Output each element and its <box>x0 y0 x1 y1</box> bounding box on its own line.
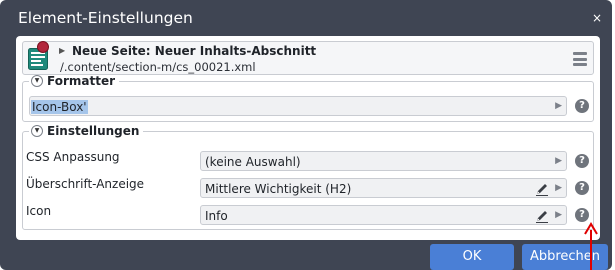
dialog-titlebar[interactable]: Element-Einstellungen <box>0 0 612 36</box>
settings-legend[interactable]: ▼ Einstellungen <box>29 124 143 138</box>
dialog-title: Element-Einstellungen <box>18 9 193 27</box>
chevron-right-icon: ▶ <box>555 156 562 166</box>
help-icon[interactable]: ? <box>575 99 589 113</box>
help-icon[interactable]: ? <box>575 208 589 222</box>
resource-info-box: ▶ Neue Seite: Neuer Inhalts-Abschnitt /.… <box>22 41 594 75</box>
expand-arrow-icon[interactable]: ▶ <box>59 46 65 55</box>
settings-legend-label: Einstellungen <box>47 124 140 138</box>
dialog-content: ▶ Neue Seite: Neuer Inhalts-Abschnitt /.… <box>16 36 600 240</box>
settings-fieldset: ▼ Einstellungen CSS Anpassung (keine Aus… <box>22 124 594 230</box>
help-icon[interactable]: ? <box>575 154 589 168</box>
row-label-css-anpassung: CSS Anpassung <box>26 150 120 164</box>
ueberschrift-anzeige-value: Mittlere Wichtigkeit (H2) <box>205 182 352 196</box>
ok-button[interactable]: OK <box>430 244 514 270</box>
formatter-legend[interactable]: ▼ Formatter <box>29 74 119 88</box>
formatter-value: Icon-Box' <box>31 100 88 114</box>
ueberschrift-anzeige-select[interactable]: Mittlere Wichtigkeit (H2) ▶ <box>200 178 567 198</box>
collapse-toggle-icon[interactable]: ▼ <box>31 75 43 87</box>
resource-path: /.content/section-m/cs_00021.xml <box>60 60 256 74</box>
icon-select[interactable]: Info ▶ <box>200 205 567 225</box>
formatter-select[interactable]: Icon-Box' ▶ <box>29 96 567 116</box>
close-icon[interactable]: × <box>592 12 602 24</box>
icon-value: Info <box>205 209 228 223</box>
resource-title: Neue Seite: Neuer Inhalts-Abschnitt <box>72 44 317 58</box>
collapse-toggle-icon[interactable]: ▼ <box>31 125 43 137</box>
pencil-icon[interactable] <box>534 208 550 224</box>
chevron-right-icon: ▶ <box>555 101 562 111</box>
status-dot-icon <box>37 41 49 53</box>
formatter-fieldset: ▼ Formatter Icon-Box' ▶ ? <box>22 74 594 122</box>
hamburger-menu-icon[interactable] <box>573 52 587 66</box>
row-label-icon: Icon <box>26 204 52 218</box>
settings-dialog: Element-Einstellungen × ▶ Neue Seite: Ne… <box>0 0 612 270</box>
css-anpassung-select[interactable]: (keine Auswahl) ▶ <box>200 151 567 171</box>
annotation-arrow-icon <box>584 222 598 270</box>
pencil-icon[interactable] <box>534 181 550 197</box>
chevron-right-icon: ▶ <box>555 210 562 220</box>
formatter-legend-label: Formatter <box>47 74 116 88</box>
chevron-right-icon: ▶ <box>555 183 562 193</box>
row-label-ueberschrift-anzeige: Überschrift-Anzeige <box>26 177 145 191</box>
css-anpassung-value: (keine Auswahl) <box>205 155 301 169</box>
help-icon[interactable]: ? <box>575 181 589 195</box>
